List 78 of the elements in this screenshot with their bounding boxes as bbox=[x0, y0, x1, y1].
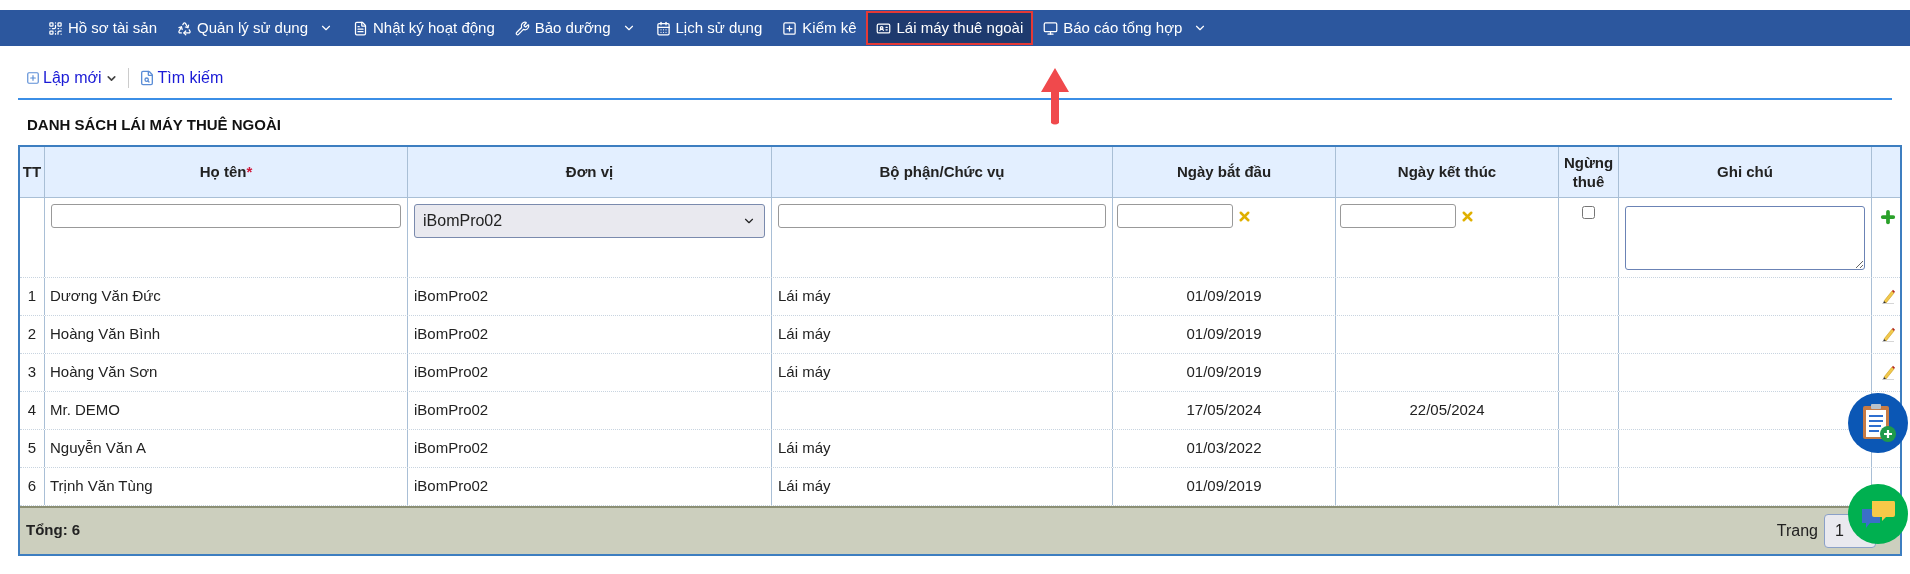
unit-select[interactable]: iBomPro02 bbox=[414, 203, 765, 238]
table-cell-text: 17/05/2024 bbox=[1186, 399, 1262, 420]
table-cell-text: Lái máy bbox=[778, 285, 831, 306]
calendar-icon bbox=[655, 20, 671, 36]
table-cell-text: 5 bbox=[27, 437, 37, 458]
search-icon bbox=[138, 70, 155, 86]
table-cell-text: iBomPro02 bbox=[414, 399, 489, 420]
pencil-icon[interactable] bbox=[1881, 326, 1895, 342]
table-cell-text: 22/05/2024 bbox=[1409, 399, 1485, 420]
date-input-field[interactable] bbox=[1117, 203, 1233, 228]
table-cell-text: Lái máy bbox=[778, 475, 831, 496]
name-input-field[interactable] bbox=[51, 203, 401, 228]
monitor-icon bbox=[1043, 20, 1059, 36]
stopped-checkbox[interactable] bbox=[1581, 205, 1596, 219]
page-label: Trang bbox=[1776, 520, 1818, 541]
table-cell-text: iBomPro02 bbox=[414, 475, 489, 496]
nav-menu-item[interactable]: Quản lý sử dụng bbox=[169, 13, 341, 43]
table-cell-text: 01/03/2022 bbox=[1186, 437, 1262, 458]
table-cell-text: 1 bbox=[27, 285, 37, 306]
column-header: Ngày kết thúc bbox=[1397, 162, 1497, 181]
nav-menu-item[interactable]: Lịch sử dụng bbox=[647, 13, 771, 43]
column-header: Ngừng thuê bbox=[1562, 152, 1615, 191]
table-cell-text: iBomPro02 bbox=[414, 285, 489, 306]
table-cell-text: Trịnh Văn Tùng bbox=[50, 475, 153, 496]
table-cell-text: 01/09/2019 bbox=[1186, 285, 1262, 306]
table-cell-text: 01/09/2019 bbox=[1186, 475, 1262, 496]
qr-code-icon bbox=[48, 20, 63, 36]
chat-bubbles-icon bbox=[1860, 499, 1896, 529]
table-cell-text: Lái máy bbox=[778, 361, 831, 382]
nav-menu-item[interactable]: Hồ sơ tài sản bbox=[40, 13, 166, 43]
clear-icon[interactable] bbox=[1460, 208, 1475, 224]
pencil-icon[interactable] bbox=[1881, 364, 1895, 380]
plus-square-icon bbox=[26, 71, 40, 85]
table-cell-text: Lái máy bbox=[778, 437, 831, 458]
pencil-icon[interactable] bbox=[1881, 288, 1895, 304]
table-cell-text: iBomPro02 bbox=[414, 323, 489, 344]
clear-icon[interactable] bbox=[1237, 208, 1252, 224]
column-header: Bộ phận/Chức vụ bbox=[879, 162, 1005, 181]
table-cell-text: Mr. DEMO bbox=[50, 399, 120, 420]
table-cell-text: Hoàng Văn Sơn bbox=[50, 361, 158, 382]
table-cell-text: 01/09/2019 bbox=[1186, 323, 1262, 344]
table-cell-text: Dương Văn Đức bbox=[50, 285, 161, 306]
table-cell-text: 4 bbox=[27, 399, 37, 420]
nav-menu-item[interactable]: Báo cáo tổng hợp bbox=[1035, 13, 1216, 43]
date-input-field[interactable] bbox=[1340, 203, 1456, 228]
annotation-arrow bbox=[1040, 68, 1070, 126]
total-count: Tổng: 6 bbox=[26, 520, 81, 541]
new-button[interactable]: Lập mới bbox=[26, 66, 118, 90]
table-cell-text: 2 bbox=[27, 323, 37, 344]
table-cell-text: iBomPro02 bbox=[414, 361, 489, 382]
table-cell-text: iBomPro02 bbox=[414, 437, 489, 458]
column-header: Ghi chú bbox=[1717, 162, 1773, 181]
search-button[interactable]: Tìm kiếm bbox=[138, 66, 224, 90]
chat-button[interactable] bbox=[1848, 484, 1908, 544]
table-cell-text: 01/09/2019 bbox=[1186, 361, 1262, 382]
nav-menu-item[interactable]: Bảo dưỡng bbox=[506, 13, 644, 43]
add-note-button[interactable] bbox=[1848, 393, 1908, 453]
column-header: Ngày bắt đầu bbox=[1176, 162, 1272, 181]
recycle-icon bbox=[177, 20, 193, 36]
nav-menu-item[interactable]: Kiểm kê bbox=[774, 13, 865, 43]
id-card-icon bbox=[876, 20, 892, 36]
table-cell-text: Lái máy bbox=[778, 323, 831, 344]
column-header: Họ tên* bbox=[199, 162, 253, 181]
column-header: TT bbox=[22, 162, 42, 181]
table-cell-text: 6 bbox=[27, 475, 37, 496]
document-icon bbox=[353, 20, 368, 36]
nav-menu-item[interactable]: Nhật ký hoạt động bbox=[345, 13, 503, 43]
wrench-icon bbox=[514, 20, 530, 36]
position-input-field[interactable] bbox=[778, 203, 1106, 228]
table-cell-text: Nguyễn Văn A bbox=[50, 437, 146, 458]
list-title: DANH SÁCH LÁI MÁY THUÊ NGOÀI bbox=[27, 115, 282, 135]
note-text-area[interactable] bbox=[1625, 205, 1865, 270]
table-cell-text: 3 bbox=[27, 361, 37, 382]
table-cell-text: Hoàng Văn Bình bbox=[50, 323, 161, 344]
column-header: Đơn vị bbox=[565, 162, 614, 181]
plus-square-icon bbox=[782, 20, 798, 36]
add-icon[interactable] bbox=[1879, 207, 1897, 226]
nav-menu-item[interactable]: Lái máy thuê ngoài bbox=[868, 13, 1032, 43]
